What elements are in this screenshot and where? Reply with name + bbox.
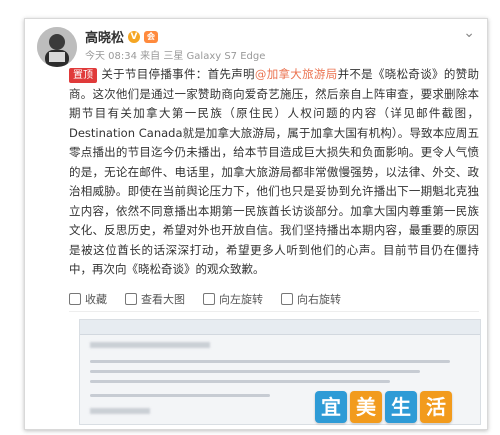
email-header-bar	[80, 320, 480, 335]
post-text-before: 关于节目停播事件：首先声明	[101, 67, 255, 81]
rotate-left-icon	[203, 293, 215, 305]
email-line	[90, 394, 270, 397]
post-content: 置顶 关于节目停播事件：首先声明@加拿大旅游局并不是《晓松奇谈》的赞助商。这次他们…	[69, 65, 479, 280]
divider	[69, 311, 479, 312]
pinned-badge: 置顶	[69, 68, 97, 83]
favorite-label: 收藏	[85, 293, 107, 306]
search-icon	[125, 293, 137, 305]
post-text-after: 并不是《晓松奇谈》的赞助商。这次他们是通过一家赞助商向爱奇艺施压，然后亲自上阵审…	[69, 67, 479, 276]
email-line	[90, 370, 420, 373]
author-name[interactable]: 高晓松	[85, 27, 124, 46]
favorite-button[interactable]: 收藏	[69, 291, 107, 307]
post-meta: 今天 08:34 来自 三星 Galaxy S7 Edge	[85, 51, 266, 62]
favorite-icon	[69, 293, 81, 305]
email-line	[90, 380, 390, 383]
watermark-char: 美	[350, 391, 382, 423]
author-name-row: 高晓松 V 会	[85, 27, 159, 46]
watermark-char: 生	[385, 391, 417, 423]
rotate-right-icon	[281, 293, 293, 305]
view-image-button[interactable]: 查看大图	[125, 291, 185, 307]
weibo-post-card: 高晓松 V 会 今天 08:34 来自 三星 Galaxy S7 Edge ⌄ …	[24, 18, 488, 430]
chevron-down-icon[interactable]: ⌄	[463, 25, 475, 41]
image-actions: 收藏 查看大图 向左旋转 向右旋转	[69, 291, 341, 307]
watermark-logo: 宜 美 生 活	[315, 391, 452, 423]
rotate-left-label: 向左旋转	[219, 293, 263, 306]
rotate-left-button[interactable]: 向左旋转	[203, 291, 263, 307]
view-image-label: 查看大图	[141, 293, 185, 306]
email-line	[90, 360, 450, 363]
mention-link[interactable]: @加拿大旅游局	[255, 67, 338, 81]
rotate-right-label: 向右旋转	[297, 293, 341, 306]
email-blurred-header	[90, 342, 210, 348]
verified-badge-icon: V	[128, 30, 141, 43]
rotate-right-button[interactable]: 向右旋转	[281, 291, 341, 307]
watermark-char: 活	[420, 391, 452, 423]
watermark-char: 宜	[315, 391, 347, 423]
member-icon: 会	[144, 30, 159, 43]
email-blurred-signature	[90, 408, 150, 414]
avatar[interactable]	[37, 27, 77, 67]
